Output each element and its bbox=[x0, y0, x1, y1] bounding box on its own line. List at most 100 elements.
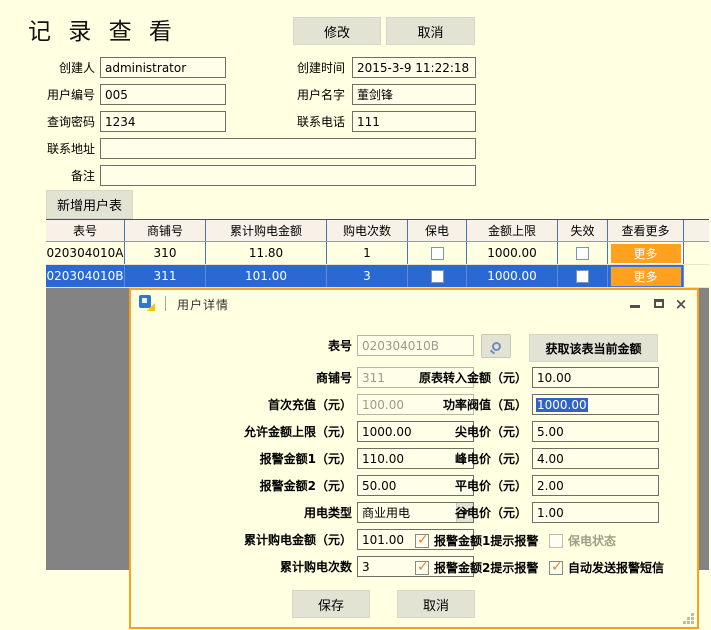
user-detail-dialog: 用户详情 × 表号 获取该表当前金额 商铺号 原表转入金额（元） 首次充值（元）… bbox=[129, 288, 699, 629]
query-password-label: 查询密码 bbox=[20, 112, 95, 132]
col-shop-no[interactable]: 商铺号 bbox=[125, 220, 206, 241]
titlebar-separator bbox=[165, 296, 166, 311]
col-meter-no[interactable]: 表号 bbox=[46, 220, 125, 241]
checkbox-box bbox=[549, 534, 563, 548]
user-id-label: 用户编号 bbox=[20, 85, 95, 105]
minimize-button[interactable] bbox=[625, 296, 645, 311]
cell-view-more: 更多 bbox=[608, 242, 684, 264]
cell-power-protect bbox=[408, 265, 467, 287]
auto-sms-checkbox[interactable]: 自动发送报警短信 bbox=[549, 559, 664, 576]
table-header-row: 表号 商铺号 累计购电金额 购电次数 保电 金额上限 失效 查看更多 bbox=[46, 220, 709, 242]
remark-label: 备注 bbox=[20, 166, 95, 186]
col-amount-limit[interactable]: 金额上限 bbox=[467, 220, 558, 241]
checkbox-label: 自动发送报警短信 bbox=[568, 559, 664, 576]
resize-grip[interactable] bbox=[683, 613, 694, 624]
valley-price-label: 谷电价（元） bbox=[381, 503, 527, 524]
checkbox-label: 保电状态 bbox=[568, 532, 616, 549]
invalid-checkbox[interactable] bbox=[576, 247, 589, 260]
form-icon bbox=[139, 295, 155, 311]
meter-no-input[interactable] bbox=[357, 335, 474, 356]
table-row-selected[interactable]: 020304010B 311 101.00 3 1000.00 更多 bbox=[46, 265, 709, 288]
page-title: 记 录 查 看 bbox=[28, 12, 177, 46]
power-threshold-label: 功率阀值（瓦） bbox=[381, 395, 527, 416]
power-protect-checkbox[interactable] bbox=[431, 270, 444, 283]
alarm2-notify-checkbox[interactable]: 报警金额2提示报警 bbox=[415, 559, 538, 576]
cancel-button[interactable]: 取消 bbox=[386, 17, 475, 45]
peak-price-input[interactable] bbox=[532, 448, 659, 469]
col-total-amount[interactable]: 累计购电金额 bbox=[206, 220, 327, 241]
remark-input[interactable] bbox=[100, 165, 476, 186]
user-id-input[interactable] bbox=[100, 84, 226, 105]
selected-text: 1000.00 bbox=[536, 398, 588, 412]
cell-shop-no: 310 bbox=[125, 242, 206, 264]
purchase-count-label: 累计购电次数 bbox=[171, 557, 352, 578]
table-row[interactable]: 020304010A 310 11.80 1 1000.00 更多 bbox=[46, 242, 709, 265]
more-button[interactable]: 更多 bbox=[611, 244, 681, 263]
header-filler bbox=[684, 220, 709, 241]
flat-price-label: 平电价（元） bbox=[381, 476, 527, 497]
cell-meter-no: 020304010A bbox=[46, 242, 125, 264]
checkbox-label: 报警金额1提示报警 bbox=[434, 532, 538, 549]
cell-power-protect bbox=[408, 242, 467, 264]
alarm1-notify-checkbox[interactable]: 报警金额1提示报警 bbox=[415, 532, 538, 549]
power-protect-checkbox[interactable] bbox=[431, 247, 444, 260]
user-name-input[interactable] bbox=[352, 84, 476, 105]
col-purchase-count[interactable]: 购电次数 bbox=[327, 220, 408, 241]
search-icon bbox=[492, 342, 501, 351]
cell-purchase-count: 1 bbox=[327, 242, 408, 264]
transfer-amount-input[interactable] bbox=[532, 367, 659, 388]
power-type-label: 用电类型 bbox=[171, 503, 352, 524]
dialog-title: 用户详情 bbox=[177, 296, 229, 313]
valley-price-input[interactable] bbox=[532, 502, 659, 523]
meter-no-label: 表号 bbox=[231, 336, 352, 357]
maximize-button[interactable] bbox=[649, 296, 669, 311]
created-time-input[interactable] bbox=[352, 57, 476, 78]
created-time-label: 创建时间 bbox=[270, 58, 345, 78]
checkbox-box bbox=[549, 561, 563, 575]
creator-input[interactable] bbox=[100, 57, 226, 78]
col-view-more[interactable]: 查看更多 bbox=[608, 220, 684, 241]
flat-price-input[interactable] bbox=[532, 475, 659, 496]
contact-phone-input[interactable] bbox=[352, 111, 476, 132]
power-threshold-input[interactable]: 1000.00 bbox=[532, 394, 659, 415]
app-window: 记 录 查 看 修改 取消 创建人 创建时间 用户编号 用户名字 查询密码 联系… bbox=[0, 0, 711, 630]
col-power-protect[interactable]: 保电 bbox=[408, 220, 467, 241]
cell-invalid bbox=[558, 265, 608, 287]
search-meter-button[interactable] bbox=[481, 334, 511, 358]
contact-address-input[interactable] bbox=[100, 138, 476, 159]
cell-amount-limit: 1000.00 bbox=[467, 242, 558, 264]
cell-shop-no: 311 bbox=[125, 265, 206, 287]
contact-phone-label: 联系电话 bbox=[270, 112, 345, 132]
close-icon[interactable]: × bbox=[671, 296, 691, 311]
protect-status-checkbox[interactable]: 保电状态 bbox=[549, 532, 616, 549]
contact-address-label: 联系地址 bbox=[20, 139, 95, 159]
checkbox-box bbox=[415, 561, 429, 575]
total-purchase-label: 累计购电金额（元） bbox=[171, 530, 352, 551]
dialog-cancel-button[interactable]: 取消 bbox=[397, 590, 475, 618]
save-button[interactable]: 保存 bbox=[292, 590, 370, 618]
creator-label: 创建人 bbox=[20, 58, 95, 78]
invalid-checkbox[interactable] bbox=[576, 270, 589, 283]
peak-price-label: 峰电价（元） bbox=[381, 449, 527, 470]
more-button[interactable]: 更多 bbox=[611, 267, 681, 286]
get-current-amount-button[interactable]: 获取该表当前金额 bbox=[529, 334, 658, 362]
transfer-amount-label: 原表转入金额（元） bbox=[381, 368, 527, 389]
cell-purchase-count: 3 bbox=[327, 265, 408, 287]
alarm-amount1-label: 报警金额1（元） bbox=[171, 449, 352, 470]
modify-button[interactable]: 修改 bbox=[293, 17, 381, 45]
shop-no-label: 商铺号 bbox=[171, 368, 352, 389]
first-recharge-label: 首次充值（元） bbox=[171, 395, 352, 416]
cell-total-amount: 101.00 bbox=[206, 265, 327, 287]
allowed-limit-label: 允许金额上限（元） bbox=[171, 422, 352, 443]
checkbox-label: 报警金额2提示报警 bbox=[434, 559, 538, 576]
dialog-titlebar[interactable]: 用户详情 × bbox=[131, 290, 697, 316]
col-invalid[interactable]: 失效 bbox=[558, 220, 608, 241]
query-password-input[interactable] bbox=[100, 111, 226, 132]
add-meter-button[interactable]: 新增用户表 bbox=[46, 190, 133, 219]
cell-amount-limit: 1000.00 bbox=[467, 265, 558, 287]
cell-total-amount: 11.80 bbox=[206, 242, 327, 264]
cell-meter-no: 020304010B bbox=[46, 265, 125, 287]
sharp-price-input[interactable] bbox=[532, 421, 659, 442]
cell-invalid bbox=[558, 242, 608, 264]
user-name-label: 用户名字 bbox=[270, 85, 345, 105]
